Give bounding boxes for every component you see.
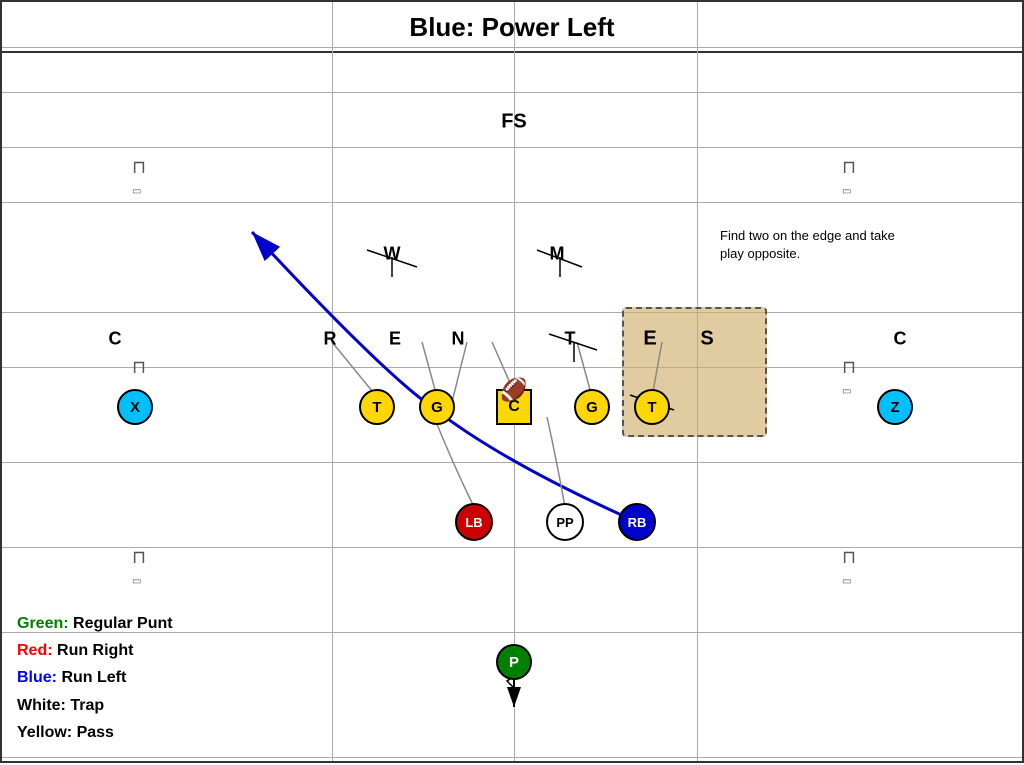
rb-player: RB (618, 503, 656, 541)
play-legend: Green: Regular Punt Red: Run Right Blue:… (17, 610, 173, 746)
field-line (2, 462, 1022, 463)
t-ol-right: T (634, 389, 670, 425)
e-box-label: E (643, 328, 656, 351)
c-right-label: C (894, 329, 907, 350)
play-note: Find two on the edge and takeplay opposi… (720, 227, 895, 263)
legend-white: White: Trap (17, 692, 173, 719)
e-left-label: E (389, 329, 401, 350)
yard-marker: ⊓▭ (842, 157, 856, 199)
field-line (2, 92, 1022, 93)
yard-marker: ⊓▭ (132, 547, 146, 589)
legend-green: Green: Regular Punt (17, 610, 173, 637)
field-line (2, 547, 1022, 548)
t-ol-left: T (359, 389, 395, 425)
z-receiver: Z (877, 389, 913, 425)
pp-player: PP (546, 503, 584, 541)
s-box-label: S (700, 328, 713, 351)
lb-player: LB (455, 503, 493, 541)
legend-red: Red: Run Right (17, 637, 173, 664)
p-player: P (496, 644, 532, 680)
g-ol-left: G (419, 389, 455, 425)
football-field: Blue: Power Left Find two on the edge an… (0, 0, 1024, 763)
yard-marker: ⊓▭ (842, 357, 856, 399)
field-line (2, 147, 1022, 148)
yard-marker: ⊓▭ (132, 157, 146, 199)
r-label: R (324, 329, 337, 350)
football: 🏈 (500, 377, 527, 403)
field-line-v (332, 2, 333, 761)
field-line (2, 367, 1022, 368)
w-label: W (384, 244, 401, 265)
t-right-label: T (565, 329, 576, 350)
g-ol-right: G (574, 389, 610, 425)
c-left-label: C (109, 329, 122, 350)
field-line (2, 47, 1022, 48)
field-line (2, 202, 1022, 203)
fs-label: FS (501, 111, 527, 134)
x-receiver: X (117, 389, 153, 425)
legend-yellow: Yellow: Pass (17, 719, 173, 746)
yard-marker: ⊓▭ (842, 547, 856, 589)
legend-blue: Blue: Run Left (17, 664, 173, 691)
field-line (2, 757, 1022, 758)
m-label: M (550, 244, 565, 265)
n-label: N (452, 329, 465, 350)
field-line (2, 312, 1022, 313)
